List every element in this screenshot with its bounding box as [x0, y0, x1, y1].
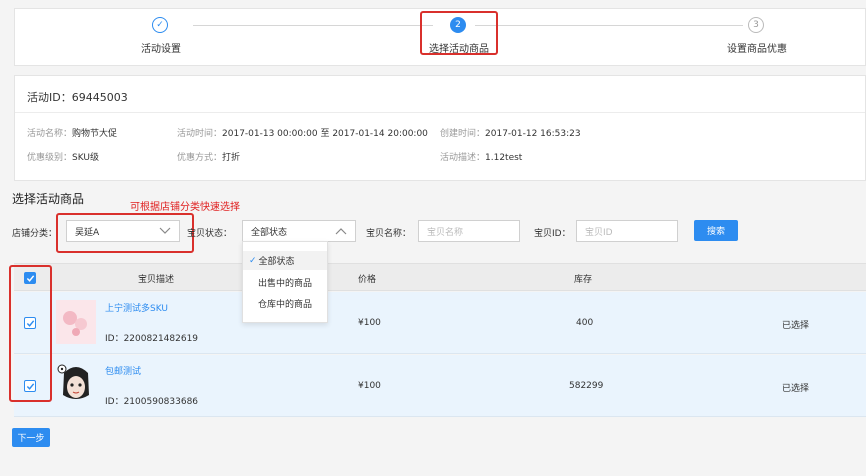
column-header-stock: 库存: [574, 275, 593, 285]
created-time: 创建时间：2017-01-12 16:53:23: [440, 129, 581, 139]
status-option-on-sale[interactable]: 出售中的商品: [243, 273, 327, 292]
table-header: 宝贝描述 价格 库存: [14, 263, 866, 291]
annotation-hint-text: 可根据店铺分类快速选择: [130, 202, 240, 213]
status-label: 宝贝状态：: [187, 229, 233, 239]
option-label: 全部状态: [258, 257, 295, 267]
selection-status: 已选择: [782, 384, 810, 394]
step-pending-number: 3: [748, 17, 764, 33]
step-connector: [475, 25, 743, 26]
product-name-link[interactable]: 上宁测试多SKU: [105, 301, 168, 314]
divider: [15, 112, 865, 113]
activity-id: 活动ID：69445003: [27, 91, 128, 104]
product-price: ¥100: [358, 318, 381, 328]
step-done-check-icon: ✓: [152, 17, 168, 33]
product-id: ID：2200821482619: [105, 334, 199, 344]
activity-time: 活动时间：2017-01-13 00:00:00 至 2017-01-14 20…: [177, 129, 428, 139]
table-row[interactable]: 上宁测试多SKU ID：2200821482619 ¥100 400 已选择: [14, 292, 866, 354]
chevron-up-icon: [335, 228, 347, 235]
column-header-price: 价格: [358, 275, 377, 285]
activity-info-card: 活动ID：69445003 活动名称：购物节大促 活动时间：2017-01-13…: [14, 75, 866, 181]
product-id-input[interactable]: 宝贝ID: [576, 220, 678, 242]
section-title: 选择活动商品: [12, 192, 85, 206]
discount-level: 优惠级别：SKU级: [27, 153, 99, 163]
product-id: ID：2100590833686: [105, 397, 199, 407]
product-name-link[interactable]: 包邮测试: [105, 364, 141, 377]
table-row[interactable]: 包邮测试 ID：2100590833686 ¥100 582299 已选择: [14, 355, 866, 417]
discount-method: 优惠方式：打折: [177, 153, 241, 163]
activity-description: 活动描述：1.12test: [440, 153, 523, 163]
product-thumbnail-image: [56, 300, 96, 344]
check-icon: ✓: [249, 255, 257, 266]
product-price: ¥100: [358, 381, 381, 391]
step-label-set-discount: 设置商品优惠: [727, 44, 787, 55]
column-header-description: 宝贝描述: [138, 275, 175, 285]
annotation-box-checkboxes: [9, 265, 52, 402]
status-option-all[interactable]: ✓ 全部状态: [243, 251, 327, 270]
product-thumbnail-image: [56, 363, 96, 407]
next-step-button[interactable]: 下一步: [12, 428, 50, 447]
search-button[interactable]: 搜索: [694, 220, 738, 241]
status-dropdown-menu: ✓ 全部状态 出售中的商品 仓库中的商品: [242, 241, 328, 323]
product-name-label: 宝贝名称：: [366, 229, 412, 239]
product-id-label: 宝贝ID：: [534, 229, 571, 239]
step-label-activity-settings: 活动设置: [141, 44, 181, 55]
status-select[interactable]: 全部状态: [242, 220, 356, 242]
product-name-input[interactable]: 宝贝名称: [418, 220, 520, 242]
product-stock: 582299: [569, 381, 604, 391]
step-connector: [193, 25, 433, 26]
annotation-box-shop-category: [56, 213, 194, 253]
status-select-value: 全部状态: [251, 227, 288, 238]
product-stock: 400: [576, 318, 594, 328]
activity-name: 活动名称：购物节大促: [27, 129, 118, 139]
shop-category-label: 店铺分类：: [12, 229, 58, 239]
annotation-box-current-step: [420, 11, 498, 55]
status-option-in-warehouse[interactable]: 仓库中的商品: [243, 294, 327, 313]
selection-status: 已选择: [782, 321, 810, 331]
